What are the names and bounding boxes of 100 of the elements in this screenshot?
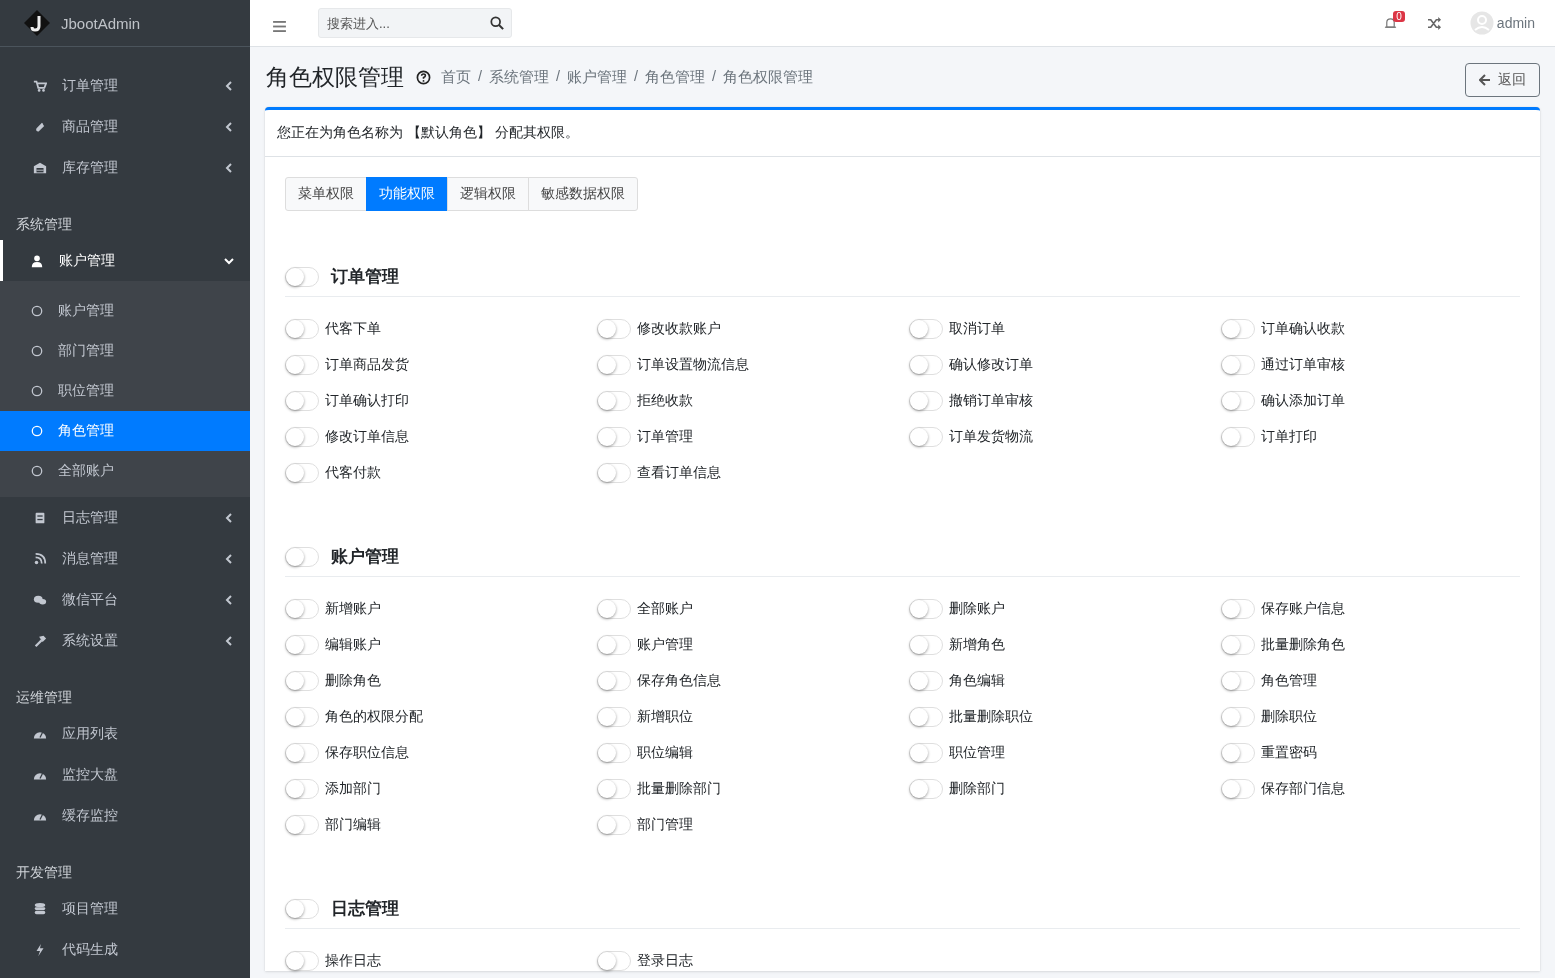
sidebar-item[interactable]: 微信平台: [0, 579, 250, 620]
permission-label: 添加部门: [325, 780, 381, 798]
permission-label: 订单商品发货: [325, 356, 409, 374]
toggle-switch[interactable]: [909, 671, 943, 691]
toggle-switch[interactable]: [285, 546, 319, 567]
toggle-switch[interactable]: [285, 391, 319, 411]
toggle-switch[interactable]: [1221, 599, 1255, 619]
toggle-switch[interactable]: [597, 671, 631, 691]
tab[interactable]: 逻辑权限: [447, 177, 529, 211]
tab[interactable]: 功能权限: [366, 177, 448, 211]
submenu-item[interactable]: 角色管理: [0, 411, 250, 451]
toggle-switch[interactable]: [285, 635, 319, 655]
toggle-switch[interactable]: [285, 319, 319, 339]
avatar-icon[interactable]: [1469, 11, 1494, 35]
breadcrumb-separator: /: [712, 67, 717, 86]
help-icon[interactable]: [416, 69, 431, 85]
shuffle-icon[interactable]: [1426, 16, 1442, 30]
submenu-item[interactable]: 账户管理: [0, 291, 250, 331]
toggle-switch[interactable]: [909, 743, 943, 763]
sidebar-item[interactable]: 应用列表: [0, 713, 250, 754]
toggle-switch[interactable]: [909, 635, 943, 655]
toggle-switch[interactable]: [1221, 635, 1255, 655]
toggle-switch[interactable]: [285, 671, 319, 691]
breadcrumb-item[interactable]: 系统管理: [489, 67, 550, 87]
bell-icon[interactable]: [1384, 16, 1398, 30]
sidebar-item[interactable]: 项目管理: [0, 888, 250, 929]
toggle-switch[interactable]: [597, 635, 631, 655]
permission-label: 订单管理: [637, 428, 693, 446]
sidebar-item[interactable]: 系统设置: [0, 620, 250, 661]
toggle-switch[interactable]: [1221, 427, 1255, 447]
breadcrumb-item[interactable]: 首页: [441, 67, 471, 87]
sidebar-item[interactable]: 日志管理: [0, 497, 250, 538]
sidebar-item[interactable]: 商品管理: [0, 106, 250, 147]
toggle-switch[interactable]: [597, 599, 631, 619]
toggle-switch[interactable]: [909, 391, 943, 411]
toggle-switch[interactable]: [1221, 743, 1255, 763]
toggle-switch[interactable]: [909, 319, 943, 339]
toggle-switch[interactable]: [597, 427, 631, 447]
user-name[interactable]: admin: [1496, 15, 1535, 31]
toggle-switch[interactable]: [285, 898, 319, 919]
toggle-switch[interactable]: [597, 951, 631, 971]
tab[interactable]: 菜单权限: [285, 177, 367, 211]
breadcrumb-item: 角色权限管理: [723, 67, 814, 87]
sidebar-item[interactable]: 监控大盘: [0, 754, 250, 795]
user-icon: [30, 253, 44, 268]
toggle-switch[interactable]: [285, 951, 319, 971]
sidebar-item[interactable]: 消息管理: [0, 538, 250, 579]
search-icon[interactable]: [490, 16, 504, 30]
toggle-switch[interactable]: [597, 391, 631, 411]
sidebar-item[interactable]: 库存管理: [0, 147, 250, 188]
toggle-switch[interactable]: [597, 319, 631, 339]
toggle-switch[interactable]: [597, 743, 631, 763]
sidebar-item[interactable]: 缓存监控: [0, 795, 250, 836]
toggle-switch[interactable]: [285, 427, 319, 447]
toggle-switch[interactable]: [597, 707, 631, 727]
submenu-item[interactable]: 职位管理: [0, 371, 250, 411]
toggle-switch[interactable]: [1221, 391, 1255, 411]
permission-label: 登录日志: [637, 952, 693, 970]
breadcrumb-item[interactable]: 账户管理: [567, 67, 628, 87]
database-icon: [33, 901, 47, 916]
toggle-switch[interactable]: [285, 355, 319, 375]
warehouse-icon: [33, 160, 47, 175]
toggle-switch[interactable]: [1221, 707, 1255, 727]
permission-label: 代客付款: [325, 464, 381, 482]
back-button[interactable]: 返回: [1465, 63, 1540, 97]
toggle-switch[interactable]: [285, 599, 319, 619]
toggle-switch[interactable]: [597, 815, 631, 835]
permission-label: 订单发货物流: [949, 428, 1033, 446]
toggle-switch[interactable]: [597, 779, 631, 799]
toggle-switch[interactable]: [597, 463, 631, 483]
toggle-switch[interactable]: [285, 463, 319, 483]
search-field[interactable]: 搜索进入...: [318, 8, 512, 38]
toggle-switch[interactable]: [285, 266, 319, 287]
toggle-switch[interactable]: [909, 779, 943, 799]
tab[interactable]: 敏感数据权限: [528, 177, 638, 211]
toggle-switch[interactable]: [1221, 319, 1255, 339]
feed-icon: [33, 551, 47, 566]
toggle-switch[interactable]: [909, 599, 943, 619]
permission-label: 删除账户: [949, 600, 1005, 618]
toggle-switch[interactable]: [285, 707, 319, 727]
permission-label: 确认添加订单: [1261, 392, 1345, 410]
toggle-switch[interactable]: [909, 427, 943, 447]
permission-label: 新增角色: [949, 636, 1005, 654]
permission-label: 角色管理: [1261, 672, 1317, 690]
toggle-switch[interactable]: [285, 815, 319, 835]
toggle-switch[interactable]: [1221, 355, 1255, 375]
section-title: 订单管理: [331, 266, 399, 288]
submenu-item[interactable]: 部门管理: [0, 331, 250, 371]
toggle-switch[interactable]: [1221, 671, 1255, 691]
sidebar-item[interactable]: 代码生成: [0, 929, 250, 970]
toggle-switch[interactable]: [909, 355, 943, 375]
toggle-switch[interactable]: [285, 743, 319, 763]
sidebar-item[interactable]: 订单管理: [0, 65, 250, 106]
toggle-switch[interactable]: [1221, 779, 1255, 799]
toggle-switch[interactable]: [597, 355, 631, 375]
toggle-switch[interactable]: [909, 707, 943, 727]
toggle-switch[interactable]: [285, 779, 319, 799]
submenu-item[interactable]: 全部账户: [0, 451, 250, 491]
breadcrumb-item[interactable]: 角色管理: [645, 67, 706, 87]
menu-icon[interactable]: [273, 20, 286, 32]
